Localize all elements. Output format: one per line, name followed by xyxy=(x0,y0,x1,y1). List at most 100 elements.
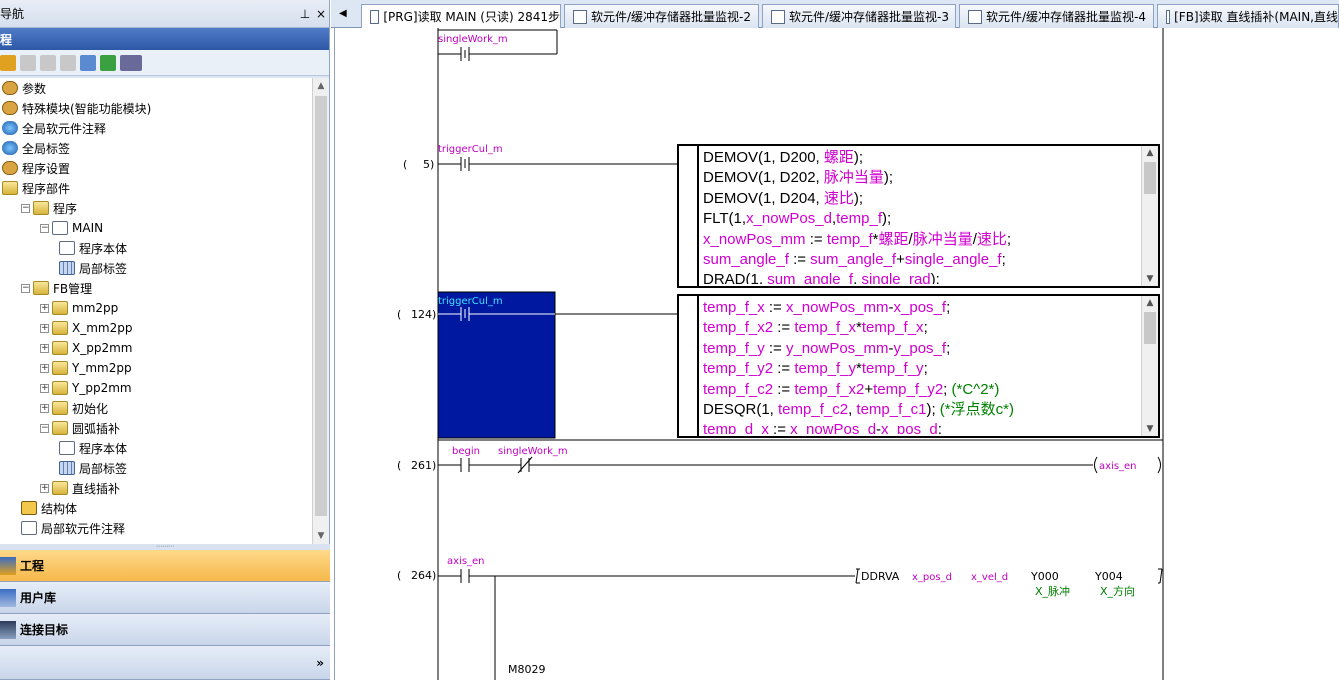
tree-item[interactable]: − FB管理 xyxy=(21,278,92,298)
st-token: ); xyxy=(883,169,894,187)
tree-item[interactable]: 局部标签 xyxy=(59,258,127,278)
tree-item[interactable]: − MAIN xyxy=(40,218,103,238)
tree-item[interactable]: 全局软元件注释 xyxy=(2,118,106,138)
new-icon[interactable] xyxy=(0,54,16,71)
tab-label: 软元件/缓冲存储器批量监视-3 xyxy=(789,10,950,24)
copy-icon[interactable] xyxy=(40,54,56,71)
folder-icon xyxy=(52,361,68,375)
st-token: temp_f_x xyxy=(794,319,857,337)
tab-1[interactable]: 软元件/缓冲存储器批量监视-2 xyxy=(564,4,759,28)
tree-item-label: 程序本体 xyxy=(79,241,128,256)
tree-item[interactable]: 程序本体 xyxy=(59,438,127,458)
panel-project-label: 工程 xyxy=(20,559,45,573)
nav-title-bar: 导航 ⊥ × xyxy=(0,0,329,28)
panel-user-library-button[interactable]: 用户库 xyxy=(0,582,330,614)
tree-item[interactable]: − 程序 xyxy=(21,198,77,218)
st-code-box-1-text[interactable]: DEMOV(1, D200, 螺距); DEMOV(1, D202, 脉冲当量);… xyxy=(701,148,1140,284)
paste-icon[interactable] xyxy=(60,54,76,71)
st-code-line: temp_f_c2 := temp_f_x2+temp_f_y2; (*C^2*… xyxy=(703,380,1140,400)
tab-0[interactable]: [PRG]读取 MAIN (只读) 2841步 xyxy=(361,4,561,28)
tree-item[interactable]: 特殊模块(智能功能模块) xyxy=(2,98,151,118)
rung261-coil-right xyxy=(1157,456,1161,474)
refresh-icon[interactable] xyxy=(100,54,116,71)
st-code-line: DEMOV(1, D202, 脉冲当量); xyxy=(703,168,1140,188)
collapse-icon[interactable]: − xyxy=(21,283,30,293)
collapse-icon[interactable]: − xyxy=(40,423,49,433)
tab-scroll-left-icon[interactable]: ◀ xyxy=(339,8,347,19)
st-token: := xyxy=(773,319,795,337)
tree-item[interactable]: + Y_pp2mm xyxy=(40,378,132,398)
tree-item[interactable]: + 直线插补 xyxy=(40,478,120,498)
expand-icon[interactable]: + xyxy=(40,363,49,373)
rung261-contact2-label: singleWork_m xyxy=(498,446,568,457)
folder-icon xyxy=(52,381,68,395)
panel-project-button[interactable]: 工程 xyxy=(0,550,330,582)
tree-item[interactable]: + mm2pp xyxy=(40,298,118,318)
tree-item[interactable]: 局部软元件注释 xyxy=(21,518,125,538)
tree-item[interactable]: 参数 xyxy=(2,78,46,98)
tree-item[interactable]: 程序部件 xyxy=(2,178,70,198)
st-token: temp_f_x xyxy=(861,319,924,337)
tab-3[interactable]: 软元件/缓冲存储器批量监视-4 xyxy=(959,4,1154,28)
st-token: temp_f_c2 xyxy=(703,380,774,398)
rung261-open: ( xyxy=(397,459,401,472)
st-token: := xyxy=(773,360,795,378)
folder-icon xyxy=(52,321,68,335)
st-code-line: DEMOV(1, D204, 速比); xyxy=(703,189,1140,209)
tree-item[interactable]: − 圆弧插补 xyxy=(40,418,120,438)
collapse-icon[interactable]: − xyxy=(21,203,30,213)
tree-item-label: X_pp2mm xyxy=(72,341,133,355)
tree-item[interactable]: + 初始化 xyxy=(40,398,108,418)
tree-item[interactable]: + Y_mm2pp xyxy=(40,358,132,378)
tree-item[interactable]: 局部标签 xyxy=(59,458,127,478)
scroll-down-icon[interactable]: ▼ xyxy=(313,528,329,544)
expand-icon[interactable]: + xyxy=(40,343,49,353)
st-code-box-2-text[interactable]: temp_f_x := x_nowPos_mm-x_pos_f; temp_f_x… xyxy=(701,298,1140,434)
connection-icon xyxy=(0,620,16,639)
st-code-line: temp_d_x := x_nowPos_d-x_pos_d; xyxy=(703,420,1140,434)
properties-icon[interactable] xyxy=(80,54,96,71)
tab-label: 软元件/缓冲存储器批量监视-4 xyxy=(986,10,1147,24)
tab-4[interactable]: [FB]读取 直线插补(MAIN,直线 xyxy=(1157,4,1339,28)
collapse-icon[interactable]: − xyxy=(40,223,49,233)
panel-more-button[interactable]: » xyxy=(0,646,330,680)
scroll-up-icon[interactable]: ▲ xyxy=(1142,296,1158,310)
scroll-thumb[interactable] xyxy=(315,96,327,516)
pin-icon[interactable]: ⊥ xyxy=(297,7,313,21)
tree-item[interactable]: + X_mm2pp xyxy=(40,318,132,338)
st-box-1-scrollbar[interactable]: ▲ ▼ xyxy=(1141,146,1158,286)
scroll-down-icon[interactable]: ▼ xyxy=(1142,422,1158,436)
cut-icon[interactable] xyxy=(20,54,36,71)
st-code-box-1[interactable]: DEMOV(1, D200, 螺距); DEMOV(1, D202, 脉冲当量);… xyxy=(677,144,1160,288)
st-token: (*C^2*) xyxy=(951,380,1000,398)
st-box-2-scrollbar[interactable]: ▲ ▼ xyxy=(1141,296,1158,436)
tree-item[interactable]: 程序设置 xyxy=(2,158,70,178)
view-dropdown-icon[interactable] xyxy=(120,54,142,71)
tree-scrollbar[interactable]: ▲ ▼ xyxy=(312,78,329,544)
st-code-box-2[interactable]: temp_f_x := x_nowPos_mm-x_pos_f; temp_f_x… xyxy=(677,294,1160,438)
tree-item[interactable]: 全局标签 xyxy=(2,138,70,158)
tree-item-label: 全局软元件注释 xyxy=(22,121,107,136)
panel-user-library-label: 用户库 xyxy=(20,591,57,605)
expand-icon[interactable]: + xyxy=(40,403,49,413)
tree-item[interactable]: + X_pp2mm xyxy=(40,338,132,358)
expand-icon[interactable]: + xyxy=(40,383,49,393)
rung264-comment4: X_方向 xyxy=(1100,584,1135,598)
st-code-line: sum_angle_f := sum_angle_f+single_angle_… xyxy=(703,250,1140,270)
st-token: 速比 xyxy=(823,189,854,207)
expand-icon[interactable]: + xyxy=(40,323,49,333)
expand-icon[interactable]: + xyxy=(40,483,49,493)
tree-item[interactable]: 结构体 xyxy=(21,498,77,518)
panel-connection-button[interactable]: 连接目标 xyxy=(0,614,330,646)
scroll-up-icon[interactable]: ▲ xyxy=(313,78,329,94)
rung264-m8029-label: M8029 xyxy=(508,663,546,676)
tree-item[interactable]: 程序本体 xyxy=(59,238,127,258)
grid-icon xyxy=(59,461,75,475)
scroll-down-icon[interactable]: ▼ xyxy=(1142,272,1158,286)
expand-icon[interactable]: + xyxy=(40,303,49,313)
scroll-up-icon[interactable]: ▲ xyxy=(1142,146,1158,160)
tab-2[interactable]: 软元件/缓冲存储器批量监视-3 xyxy=(762,4,956,28)
tree-item-label: 参数 xyxy=(22,81,47,96)
close-icon[interactable]: × xyxy=(313,7,329,21)
tree-item-label: 结构体 xyxy=(41,501,78,516)
